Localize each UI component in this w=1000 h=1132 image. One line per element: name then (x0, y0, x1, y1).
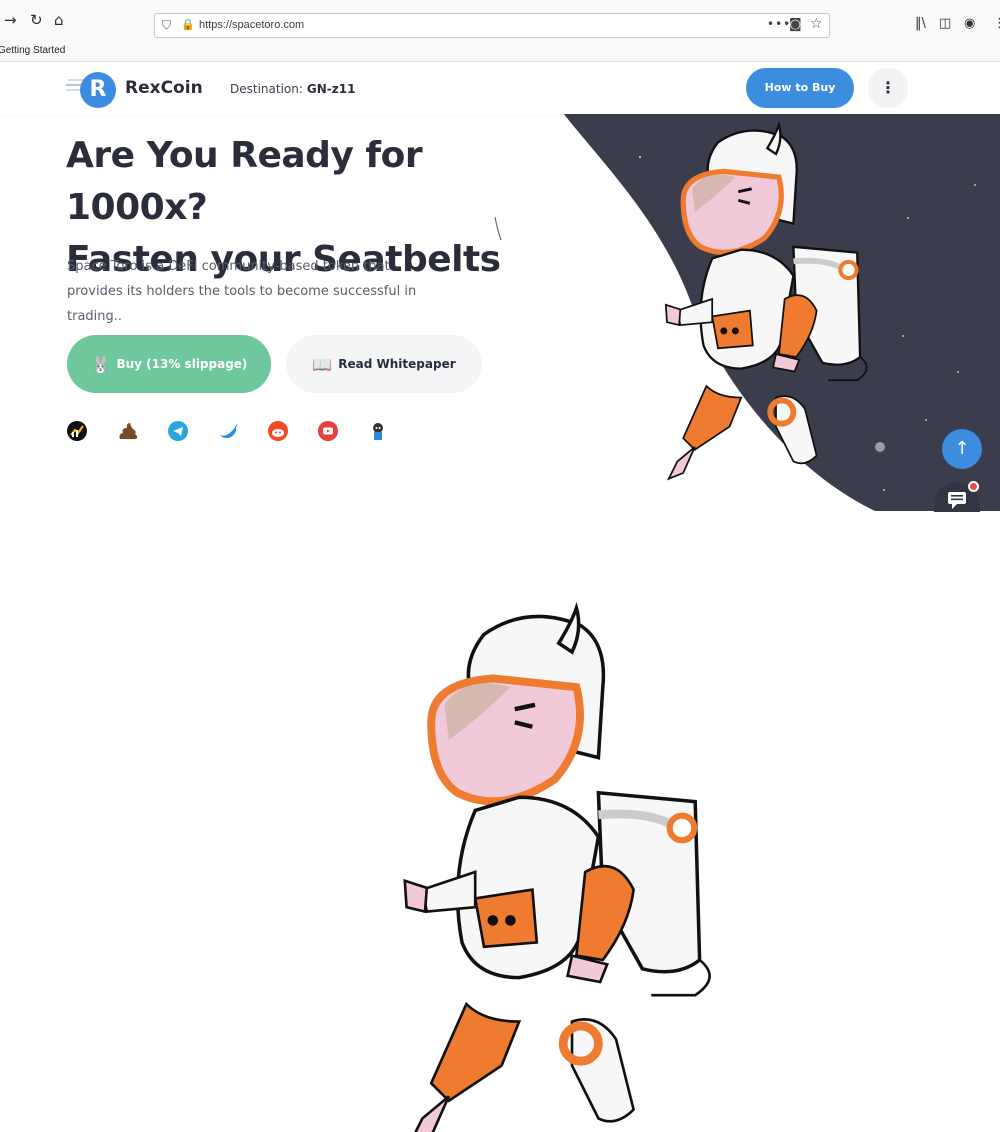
page-actions-icon[interactable]: ••• (767, 17, 791, 31)
reload-icon[interactable]: ↻ (30, 12, 43, 28)
github-icon[interactable] (368, 421, 388, 441)
bookmark-star-icon[interactable]: ☆ (810, 16, 823, 32)
how-to-buy-button[interactable]: How to Buy (746, 68, 854, 108)
stars (638, 135, 976, 491)
lock-warning-icon[interactable]: 🔒 (181, 18, 195, 31)
telegram-icon[interactable] (168, 421, 188, 441)
poocoin-icon[interactable] (117, 421, 138, 441)
read-whitepaper-button[interactable]: 📖 Read Whitepaper (286, 335, 482, 393)
url-bar[interactable]: ⛉ 🔒 https://spacetoro.com ••• ◙ ☆ (154, 13, 830, 38)
scroll-to-top-button[interactable]: ↑ (942, 429, 982, 469)
planet-dot (875, 442, 885, 452)
more-menu-button[interactable]: ⋮ (868, 68, 908, 108)
menu-icon[interactable]: ⋮ (993, 16, 1000, 31)
account-icon[interactable]: ◉ (964, 16, 975, 31)
destination-label: Destination: (230, 82, 303, 96)
shield-icon[interactable]: ⛉ (162, 18, 171, 33)
pancake-bunny-icon: 🐰 (90, 355, 111, 374)
astronaut-large (403, 601, 711, 1132)
library-icon[interactable]: ‖\ (915, 16, 926, 31)
space-background (563, 113, 1000, 511)
reddit-icon[interactable] (268, 421, 288, 441)
url-text[interactable]: https://spacetoro.com (199, 19, 304, 31)
buy-button-label: Buy (13% slippage) (116, 357, 248, 371)
sidebar-icon[interactable]: ◫ (939, 16, 951, 31)
whitepaper-button-label: Read Whitepaper (338, 357, 456, 371)
hero-title-line1: Are You Ready for 1000x? (66, 135, 423, 228)
reader-icon: 📖 (312, 355, 333, 374)
bookmarks-bar: Getting Started (0, 40, 1000, 62)
logo-mark-icon: R (80, 72, 116, 108)
forward-icon[interactable]: → (4, 12, 17, 28)
home-icon[interactable]: ⌂ (54, 12, 64, 28)
twitter-icon[interactable] (218, 421, 238, 441)
buy-button[interactable]: 🐰 Buy (13% slippage) (67, 335, 271, 393)
astronaut-small (664, 121, 868, 481)
notification-dot (968, 481, 979, 492)
browser-toolbar: → ↻ ⌂ ⛉ 🔒 https://spacetoro.com ••• ◙ ☆ … (0, 0, 1000, 40)
site-header: R RexCoin Destination: GN-z11 How to Buy … (0, 62, 1000, 114)
hero-description: Space Toro is a DeFI community-based tok… (67, 259, 417, 324)
arrow-up-icon: ↑ (954, 438, 970, 459)
chart-icon[interactable] (67, 421, 87, 441)
planet-dot (704, 178, 714, 188)
destination-value: GN-z11 (306, 82, 356, 96)
logo-text: RexCoin (125, 78, 203, 98)
bookmark-getting-started[interactable]: Getting Started (0, 45, 65, 56)
youtube-icon[interactable] (318, 421, 338, 441)
destination: Destination: GN-z11 (230, 82, 355, 96)
pocket-icon[interactable]: ◙ (789, 17, 802, 32)
